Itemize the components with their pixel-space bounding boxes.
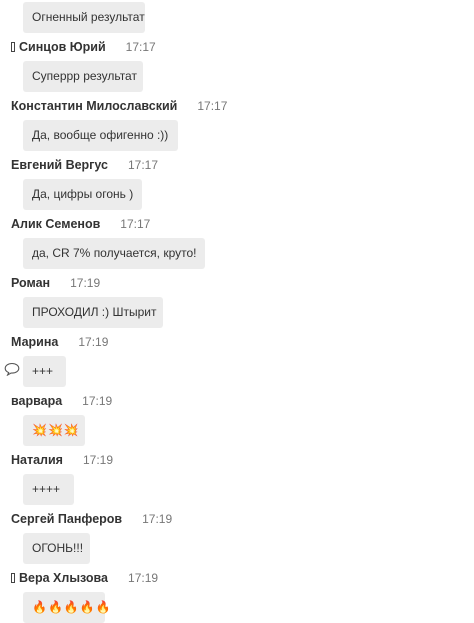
message-header: Алик Семенов 17:17 bbox=[11, 215, 150, 233]
author-name[interactable]: Роман bbox=[11, 276, 50, 290]
author-name[interactable]: Марина bbox=[11, 335, 58, 349]
message-bubble[interactable]: Да, цифры огонь ) bbox=[23, 179, 142, 210]
message-time: 17:19 bbox=[78, 335, 109, 349]
message-bubble[interactable]: ++++ bbox=[23, 474, 74, 505]
author-name[interactable]: Евгений Вергус bbox=[11, 158, 108, 172]
message-header: Вера Хлызова 17:19 bbox=[11, 569, 158, 587]
message-time: 17:19 bbox=[128, 571, 159, 585]
message-header: Марина 17:19 bbox=[11, 333, 108, 351]
message-bubble[interactable]: +++ bbox=[23, 356, 66, 387]
message-bubble[interactable]: Огненный результат bbox=[23, 2, 145, 33]
message-bubble[interactable]: да, CR 7% получается, круто! bbox=[23, 238, 205, 269]
message-header: варвара 17:19 bbox=[11, 392, 112, 410]
message-bubble[interactable]: Да, вообще офигенно :)) bbox=[23, 120, 178, 151]
message-time: 17:17 bbox=[197, 99, 228, 113]
message-time: 17:19 bbox=[82, 394, 113, 408]
status-icon bbox=[11, 573, 15, 583]
message-bubble[interactable]: 💥💥💥 bbox=[23, 415, 85, 446]
author-name[interactable]: Алик Семенов bbox=[11, 217, 100, 231]
message-header: Синцов Юрий 17:17 bbox=[11, 38, 156, 56]
message-header: Сергей Панферов 17:19 bbox=[11, 510, 172, 528]
message-time: 17:17 bbox=[120, 217, 151, 231]
author-name[interactable]: Синцов Юрий bbox=[19, 40, 106, 54]
speech-bubble-icon[interactable] bbox=[4, 362, 20, 376]
author-name[interactable]: Наталия bbox=[11, 453, 63, 467]
status-icon bbox=[11, 42, 15, 52]
message-bubble[interactable]: ПРОХОДИЛ :) Штырит bbox=[23, 297, 163, 328]
author-name[interactable]: Вера Хлызова bbox=[19, 571, 108, 585]
author-name[interactable]: варвара bbox=[11, 394, 62, 408]
chat-thread: Огненный результат Синцов Юрий 17:17 Суп… bbox=[0, 0, 474, 623]
author-name[interactable]: Константин Милославский bbox=[11, 99, 177, 113]
message-time: 17:19 bbox=[70, 276, 101, 290]
message-header: Роман 17:19 bbox=[11, 274, 100, 292]
message-bubble[interactable]: 🔥🔥🔥🔥🔥 bbox=[23, 592, 111, 623]
message-header: Константин Милославский 17:17 bbox=[11, 97, 227, 115]
author-name[interactable]: Сергей Панферов bbox=[11, 512, 122, 526]
message-header: Наталия 17:19 bbox=[11, 451, 113, 469]
message-bubble[interactable]: Суперрр результат bbox=[23, 61, 143, 92]
message-header: Евгений Вергус 17:17 bbox=[11, 156, 158, 174]
message-time: 17:19 bbox=[82, 453, 114, 467]
message-time: 17:19 bbox=[142, 512, 173, 526]
message-time: 17:17 bbox=[128, 158, 159, 172]
message-time: 17:17 bbox=[125, 40, 156, 54]
message-bubble[interactable]: ОГОНЬ!!! bbox=[23, 533, 90, 564]
